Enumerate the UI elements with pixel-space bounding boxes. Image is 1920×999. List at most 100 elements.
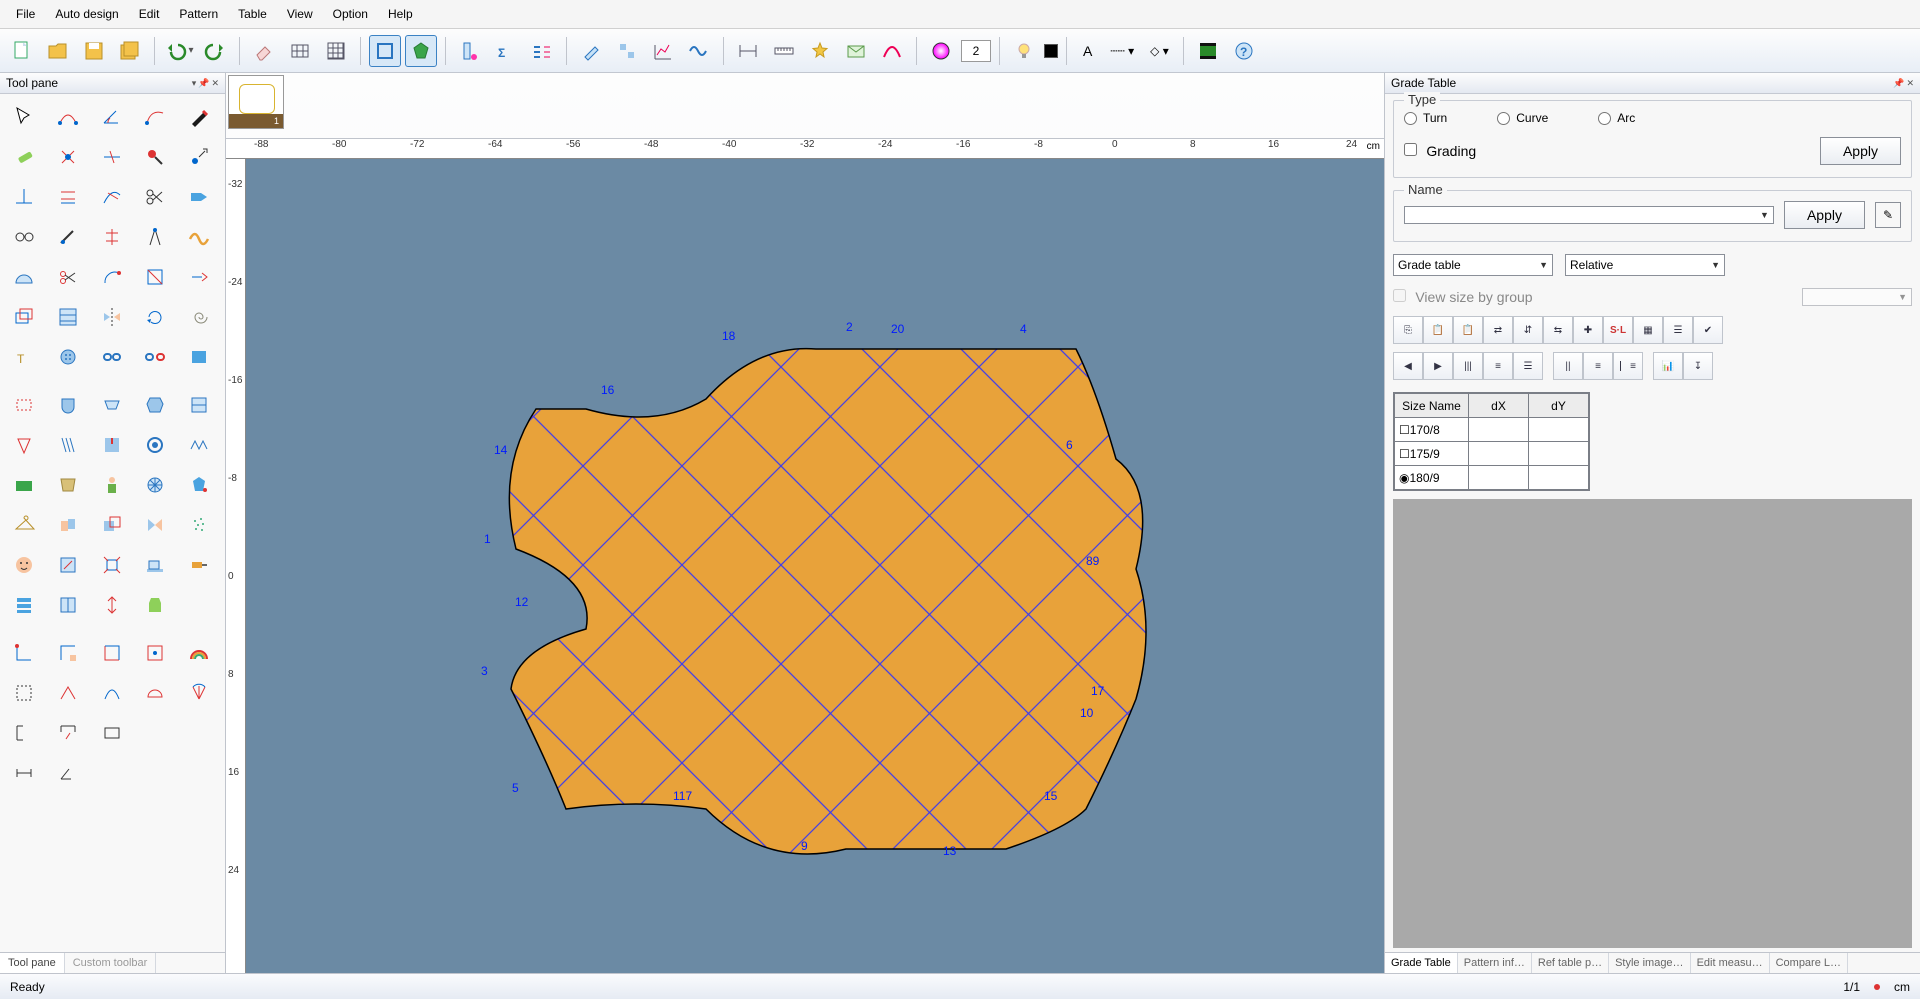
unlink-icon[interactable] bbox=[135, 338, 175, 376]
corner-a-icon[interactable] bbox=[4, 634, 44, 672]
compare-icon[interactable] bbox=[526, 35, 558, 67]
grade-pane-pin-icon[interactable]: 📌 bbox=[1893, 78, 1904, 89]
rtab-ref-table[interactable]: Ref table p… bbox=[1532, 953, 1609, 973]
flip-icon[interactable] bbox=[135, 506, 175, 544]
checkbox-grading[interactable]: Grading bbox=[1404, 143, 1476, 159]
toolbar-dash-dropdown[interactable]: ┄┄ ▾ bbox=[1104, 44, 1140, 58]
export-icon[interactable]: ↧ bbox=[1683, 352, 1713, 380]
sigma-icon[interactable]: Σ bbox=[490, 35, 522, 67]
wave-tool-icon[interactable] bbox=[179, 218, 219, 256]
mirror-icon[interactable] bbox=[92, 298, 132, 336]
curve-edit-icon[interactable] bbox=[48, 98, 88, 136]
menu-table[interactable]: Table bbox=[230, 4, 275, 24]
select-rect-icon[interactable] bbox=[4, 674, 44, 712]
tangent-icon[interactable] bbox=[92, 178, 132, 216]
next-icon[interactable]: ▶ bbox=[1423, 352, 1453, 380]
angle-tool-icon[interactable] bbox=[92, 98, 132, 136]
apply-type-button[interactable]: Apply bbox=[1820, 137, 1901, 165]
glasses-icon[interactable] bbox=[4, 218, 44, 256]
curve-tool-icon[interactable] bbox=[876, 35, 908, 67]
split-icon[interactable] bbox=[92, 218, 132, 256]
cut-line-icon[interactable] bbox=[92, 138, 132, 176]
trim-icon[interactable] bbox=[135, 258, 175, 296]
open-file-icon[interactable] bbox=[42, 35, 74, 67]
eraser-tool-icon[interactable] bbox=[4, 138, 44, 176]
scissors2-icon[interactable] bbox=[48, 258, 88, 296]
grid-icon[interactable] bbox=[320, 35, 352, 67]
check-icon[interactable]: ✔ bbox=[1693, 316, 1723, 344]
arrow-vert-icon[interactable] bbox=[92, 586, 132, 624]
path-a-icon[interactable] bbox=[48, 674, 88, 712]
rtab-grade-table[interactable]: Grade Table bbox=[1385, 953, 1458, 973]
pleat-icon[interactable] bbox=[48, 426, 88, 464]
radio-turn[interactable]: Turn bbox=[1404, 111, 1447, 125]
relative-select[interactable]: Relative▼ bbox=[1565, 254, 1725, 276]
parallel-icon[interactable] bbox=[48, 178, 88, 216]
menu-file[interactable]: File bbox=[8, 4, 43, 24]
undo-icon[interactable]: ▾ bbox=[163, 35, 195, 67]
buttonhole-icon[interactable] bbox=[135, 426, 175, 464]
grade-data-table[interactable]: Size Name dX dY ☐170/8 ☐175/9 ◉180/9 bbox=[1393, 392, 1590, 491]
rtab-style-image[interactable]: Style image… bbox=[1609, 953, 1690, 973]
face-icon[interactable] bbox=[4, 546, 44, 584]
align-l-icon[interactable]: ⎸≡ bbox=[1613, 352, 1643, 380]
menu-auto-design[interactable]: Auto design bbox=[47, 4, 126, 24]
fill-shape-icon[interactable] bbox=[405, 35, 437, 67]
pointer-tool-icon[interactable] bbox=[4, 98, 44, 136]
machine-icon[interactable] bbox=[135, 546, 175, 584]
vest-icon[interactable] bbox=[135, 586, 175, 624]
table-row[interactable]: ☐175/9 bbox=[1395, 442, 1589, 466]
button-tool-icon[interactable] bbox=[48, 338, 88, 376]
paste-icon[interactable]: 📋 bbox=[1423, 316, 1453, 344]
tab-custom-toolbar[interactable]: Custom toolbar bbox=[65, 953, 157, 973]
bracket-a-icon[interactable] bbox=[4, 714, 44, 752]
spray-icon[interactable] bbox=[179, 506, 219, 544]
save-icon[interactable] bbox=[78, 35, 110, 67]
rows-icon[interactable]: ☰ bbox=[1513, 352, 1543, 380]
compass-icon[interactable] bbox=[135, 218, 175, 256]
shrink-icon[interactable] bbox=[92, 546, 132, 584]
join-icon[interactable] bbox=[48, 506, 88, 544]
resize-piece-icon[interactable] bbox=[48, 546, 88, 584]
color-wheel-icon[interactable] bbox=[925, 35, 957, 67]
grid-btn-icon[interactable]: ▦ bbox=[1633, 316, 1663, 344]
color-swatch-black[interactable] bbox=[1044, 44, 1058, 58]
swap-icon[interactable]: ⇄ bbox=[1483, 316, 1513, 344]
scissors-icon[interactable] bbox=[135, 178, 175, 216]
new-file-icon[interactable] bbox=[6, 35, 38, 67]
rect-outline-icon[interactable] bbox=[92, 714, 132, 752]
chart-icon[interactable] bbox=[647, 35, 679, 67]
dim-angle-icon[interactable] bbox=[48, 754, 88, 792]
rtab-edit-measure[interactable]: Edit measu… bbox=[1691, 953, 1770, 973]
table-row[interactable]: ☐170/8 bbox=[1395, 418, 1589, 442]
envelope-icon[interactable] bbox=[840, 35, 872, 67]
draw-area[interactable]: 182204161461891231710511715913 bbox=[246, 159, 1384, 973]
film-icon[interactable] bbox=[1192, 35, 1224, 67]
notch-icon[interactable] bbox=[92, 426, 132, 464]
just-icon[interactable]: ≡ bbox=[1483, 352, 1513, 380]
wheel-icon[interactable] bbox=[135, 466, 175, 504]
table-row[interactable]: ◉180/9 bbox=[1395, 466, 1589, 490]
star-icon[interactable] bbox=[804, 35, 836, 67]
bezier-tool-icon[interactable] bbox=[135, 98, 175, 136]
apply-name-button[interactable]: Apply bbox=[1784, 201, 1865, 229]
measure-icon[interactable] bbox=[454, 35, 486, 67]
arc-tool-icon[interactable] bbox=[92, 258, 132, 296]
toolbar-number-input[interactable] bbox=[961, 40, 991, 62]
prev-icon[interactable]: ◀ bbox=[1393, 352, 1423, 380]
bars2-icon[interactable]: || bbox=[1553, 352, 1583, 380]
extend-icon[interactable] bbox=[179, 258, 219, 296]
lightbulb-icon[interactable] bbox=[1008, 35, 1040, 67]
spiral-icon[interactable] bbox=[179, 298, 219, 336]
rtab-compare[interactable]: Compare L… bbox=[1770, 953, 1848, 973]
redo-icon[interactable] bbox=[199, 35, 231, 67]
eraser-icon[interactable] bbox=[248, 35, 280, 67]
fill-square-icon[interactable] bbox=[369, 35, 401, 67]
panel-icon[interactable] bbox=[179, 386, 219, 424]
menu-option[interactable]: Option bbox=[325, 4, 376, 24]
copy-icon[interactable]: ⎘ bbox=[1393, 316, 1423, 344]
corner-b-icon[interactable] bbox=[48, 634, 88, 672]
copy-piece-icon[interactable] bbox=[92, 506, 132, 544]
pin-tool-icon[interactable] bbox=[135, 138, 175, 176]
yoke-icon[interactable] bbox=[48, 466, 88, 504]
